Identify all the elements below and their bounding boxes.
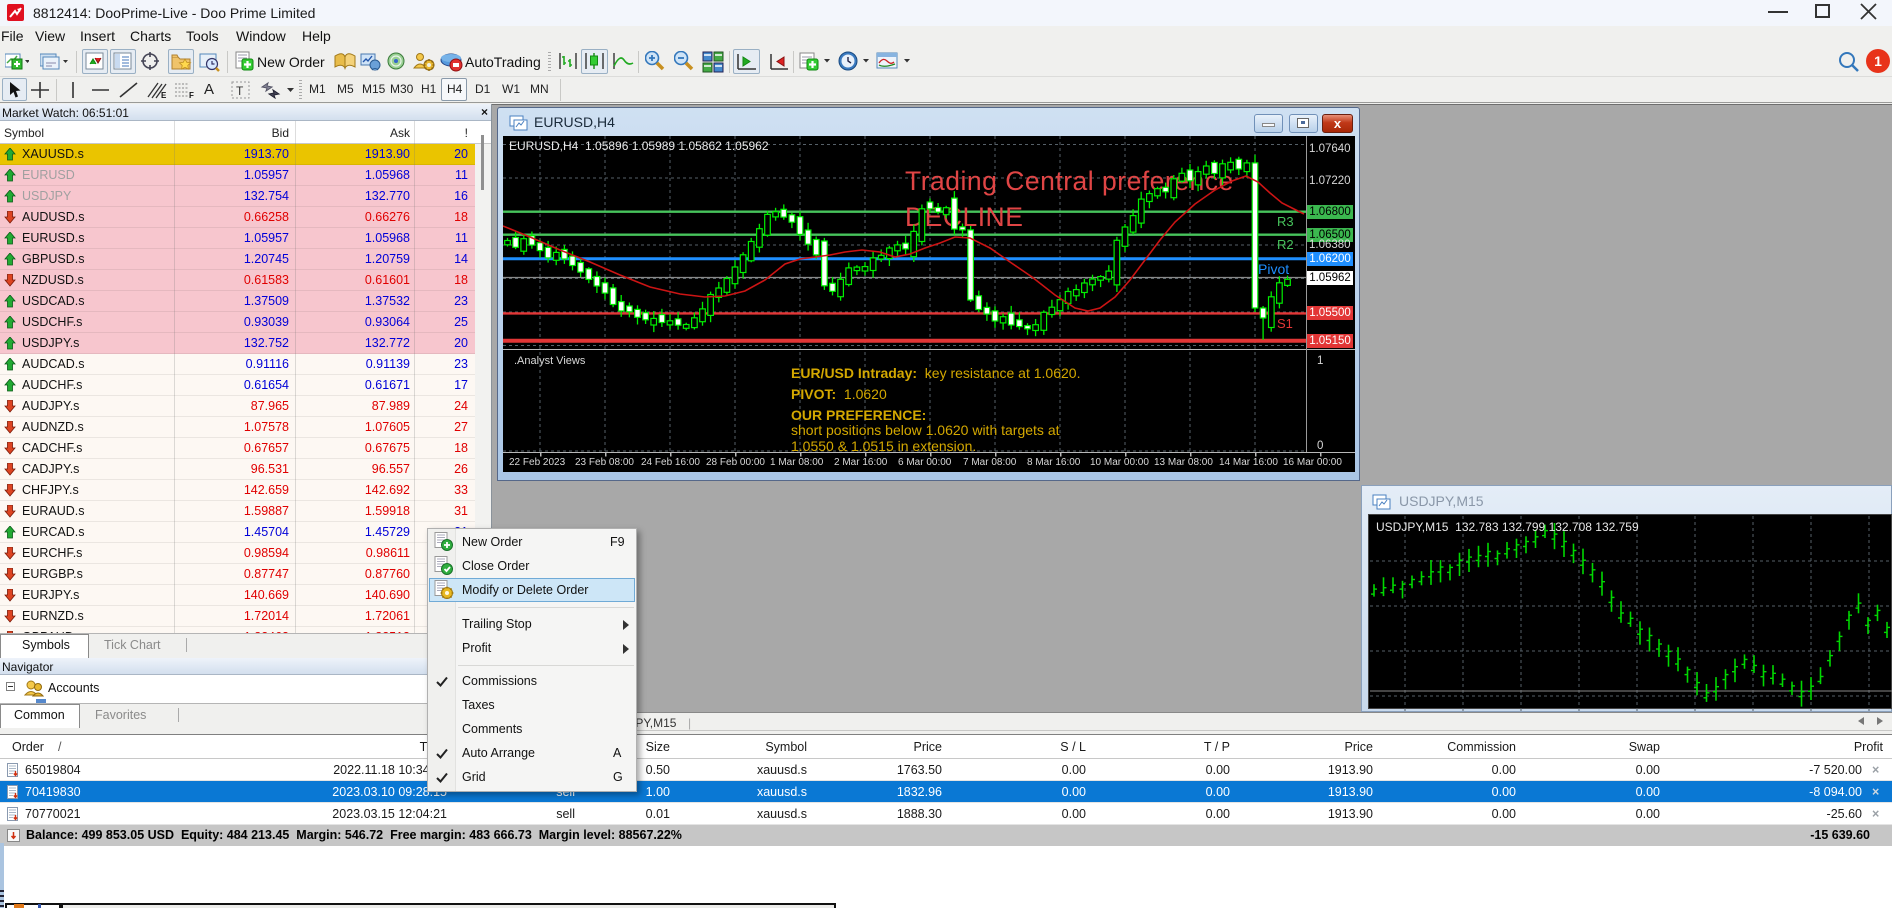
svg-text:E: E [161, 91, 167, 99]
svg-text:F: F [189, 91, 194, 99]
svg-text:T: T [236, 84, 244, 98]
